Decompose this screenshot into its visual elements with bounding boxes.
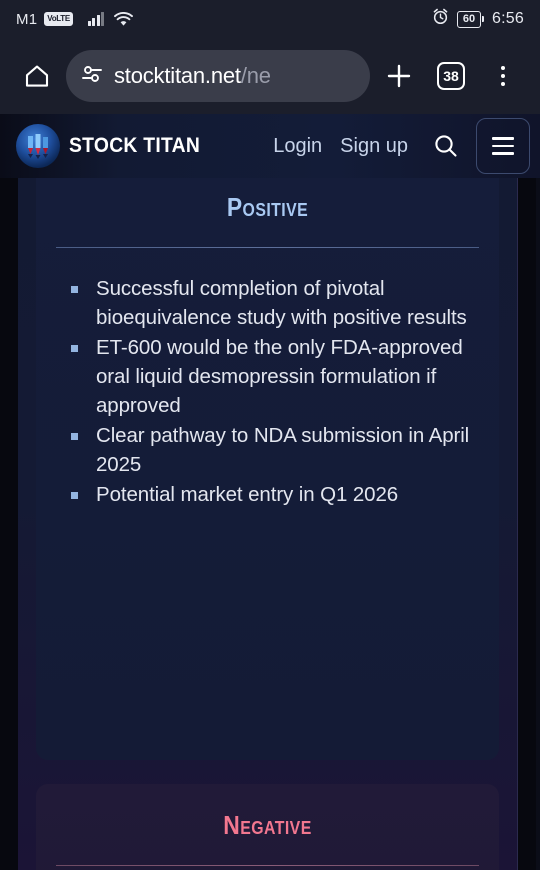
alarm-clock-icon xyxy=(432,8,449,30)
brand-title: STOCK TITAN xyxy=(69,134,201,157)
list-item: Successful completion of pivotal bioequi… xyxy=(70,274,473,332)
tune-icon[interactable] xyxy=(80,64,104,89)
hamburger-menu-icon[interactable] xyxy=(476,118,530,174)
positive-section-title: Positive xyxy=(226,192,309,222)
search-icon[interactable] xyxy=(426,126,466,166)
carrier-label: M1 xyxy=(16,10,38,28)
status-bar-right: 60 6:56 xyxy=(432,8,524,30)
battery-indicator: 60 xyxy=(457,10,485,28)
status-bar-left: M1 VoLTE xyxy=(16,11,432,28)
battery-tip xyxy=(482,16,485,22)
negative-section-title: Negative xyxy=(223,810,312,840)
url-text[interactable]: stocktitan.net/ne xyxy=(114,63,271,89)
page-body: Positive Successful completion of pivota… xyxy=(0,178,540,870)
positive-bullet-list: Successful completion of pivotal bioequi… xyxy=(70,274,473,509)
site-header: STOCK TITAN Login Sign up xyxy=(0,114,540,178)
list-item: Clear pathway to NDA submission in April… xyxy=(70,421,473,479)
address-bar[interactable]: stocktitan.net/ne xyxy=(66,50,370,102)
login-link[interactable]: Login xyxy=(273,135,322,158)
battery-level-label: 60 xyxy=(457,10,482,28)
negative-summary-card: Negative FDA approval still pending and … xyxy=(36,784,499,870)
status-bar: M1 VoLTE 60 6:56 xyxy=(0,0,540,38)
tab-switcher-button[interactable]: 38 xyxy=(428,53,474,99)
clock-label: 6:56 xyxy=(492,10,524,27)
url-path: /ne xyxy=(240,63,271,88)
stock-titan-logo-icon[interactable] xyxy=(16,124,60,168)
list-item: ET-600 would be the only FDA-approved or… xyxy=(70,333,473,420)
volte-badge: VoLTE xyxy=(44,12,73,26)
new-tab-button[interactable] xyxy=(376,53,422,99)
wifi-icon xyxy=(114,11,134,27)
three-dot-glyph xyxy=(500,65,506,87)
content-column: Positive Successful completion of pivota… xyxy=(18,178,518,870)
page-scrollbar[interactable] xyxy=(536,178,540,870)
tab-count-label: 38 xyxy=(437,62,465,90)
browser-toolbar: stocktitan.net/ne 38 xyxy=(0,38,540,114)
positive-divider xyxy=(56,247,479,248)
signal-bars-icon xyxy=(87,12,105,26)
url-domain: stocktitan.net xyxy=(114,63,241,88)
three-dot-menu-icon[interactable] xyxy=(480,53,526,99)
home-icon[interactable] xyxy=(14,53,60,99)
negative-divider xyxy=(56,865,479,866)
signup-link[interactable]: Sign up xyxy=(340,135,408,158)
positive-summary-card: Positive Successful completion of pivota… xyxy=(36,178,499,760)
list-item: Potential market entry in Q1 2026 xyxy=(70,480,473,509)
